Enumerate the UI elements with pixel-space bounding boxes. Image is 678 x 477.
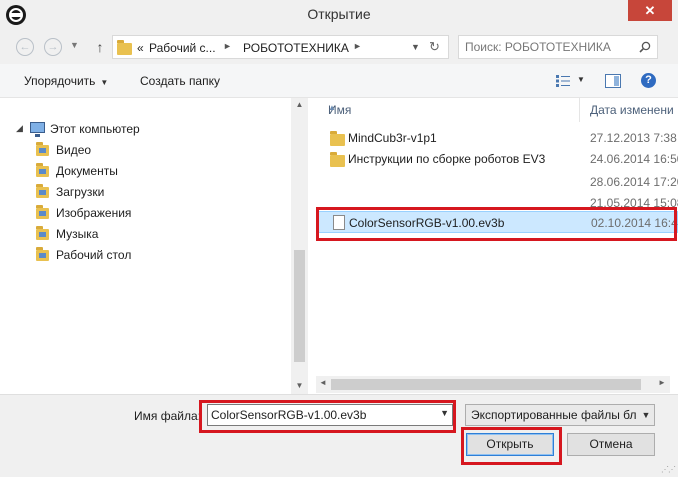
file-name: Инструкции по сборке роботов EV3	[348, 152, 546, 166]
address-dropdown-icon[interactable]: ▼	[411, 42, 420, 52]
file-name: MindCub3r-v1p1	[348, 131, 437, 145]
list-item-folder-mindcub3r[interactable]: MindCub3r-v1p1 27.12.2013 7:38	[318, 127, 678, 149]
folder-icon	[330, 152, 345, 167]
breadcrumb-overflow[interactable]: «	[137, 41, 144, 55]
documents-folder-icon	[36, 163, 49, 177]
view-options-icon[interactable]	[555, 74, 571, 88]
tree-item-label: Этот компьютер	[50, 122, 140, 136]
column-header-name[interactable]: Имя ▲	[318, 98, 580, 122]
folder-icon	[330, 131, 345, 146]
expand-arrow-icon[interactable]: ◢	[16, 123, 23, 134]
scrollbar-thumb[interactable]	[294, 250, 305, 362]
video-folder-icon	[36, 142, 49, 156]
tree-item-label: Видео	[56, 143, 92, 157]
up-button[interactable]: ↑	[93, 38, 107, 56]
filetype-select[interactable]: Экспортированные файлы бл ▼	[465, 404, 655, 426]
tree-item-music[interactable]: Музыка	[36, 225, 236, 243]
file-list[interactable]: Имя ▲ Дата изменени MindCub3r-v1p1 27.12…	[308, 98, 678, 394]
new-folder-button[interactable]: Создать папку	[140, 74, 220, 88]
address-bar[interactable]: « Рабочий с... ► РОБОТОТЕХНИКА ► ▼ ↻	[112, 35, 449, 59]
cancel-button[interactable]: Отмена	[567, 433, 655, 456]
breadcrumb-chevron-icon[interactable]: ►	[223, 41, 232, 51]
music-folder-icon	[36, 226, 49, 240]
chevron-down-icon: ▼	[638, 405, 654, 425]
navigation-pane[interactable]: ◢ Этот компьютер Видео Документы Загрузк…	[0, 98, 308, 394]
command-bar: Упорядочить ▼ Создать папку ▼ ?	[0, 64, 678, 98]
search-icon[interactable]	[639, 41, 651, 53]
pictures-folder-icon	[36, 205, 49, 219]
breadcrumb-desktop[interactable]: Рабочий с...	[149, 41, 216, 55]
preview-pane-icon[interactable]	[605, 74, 621, 88]
chevron-down-icon: ▼	[100, 78, 109, 87]
tree-item-documents[interactable]: Документы	[36, 162, 236, 180]
tree-item-video[interactable]: Видео	[36, 141, 236, 159]
tree-item-label: Рабочий стол	[56, 248, 132, 262]
tree-item-label: Загрузки	[56, 185, 105, 199]
organize-button[interactable]: Упорядочить ▼	[24, 74, 108, 88]
title-bar: Открытие ✕	[0, 0, 678, 30]
view-dropdown-icon[interactable]: ▼	[577, 75, 585, 84]
highlight-filename	[199, 400, 456, 433]
nav-vertical-scrollbar[interactable]: ▲ ▼	[291, 98, 308, 394]
up-arrow-icon: ↑	[96, 39, 104, 55]
file-date: 27.12.2013 7:38	[590, 131, 677, 145]
tree-item-desktop[interactable]: Рабочий стол	[36, 246, 236, 264]
scroll-up-icon[interactable]: ▲	[291, 100, 308, 109]
scroll-down-icon[interactable]: ▼	[291, 381, 308, 390]
sort-ascending-icon: ▲	[328, 103, 336, 112]
file-date: 24.06.2014 16:50	[590, 152, 678, 166]
window-title: Открытие	[307, 6, 371, 22]
breadcrumb-chevron-icon[interactable]: ►	[353, 41, 362, 51]
forward-arrow-icon: →	[47, 41, 59, 53]
file-list-horizontal-scrollbar[interactable]: ◄ ►	[316, 376, 670, 393]
help-icon[interactable]: ?	[641, 73, 656, 88]
resize-grip-icon[interactable]: ⋰⋰	[661, 465, 676, 474]
tree-item-pictures[interactable]: Изображения	[36, 204, 236, 222]
search-input[interactable]	[465, 39, 633, 55]
organize-label: Упорядочить	[24, 74, 96, 88]
scroll-right-icon[interactable]: ►	[658, 378, 666, 387]
column-header-label: Дата изменени	[590, 103, 674, 117]
list-item-hidden-name[interactable]: 28.06.2014 17:20	[318, 171, 678, 193]
column-header-date[interactable]: Дата изменени	[580, 98, 678, 122]
tree-item-this-pc[interactable]: ◢ Этот компьютер	[16, 120, 230, 138]
back-button[interactable]: ←	[16, 38, 34, 56]
breadcrumb-robotics[interactable]: РОБОТОТЕХНИКА	[243, 41, 349, 55]
highlight-open-button	[461, 427, 562, 465]
forward-button[interactable]: →	[44, 38, 62, 56]
refresh-icon[interactable]: ↻	[429, 39, 440, 55]
recent-locations-dropdown[interactable]: ▼	[70, 40, 79, 50]
scroll-left-icon[interactable]: ◄	[319, 378, 327, 387]
tree-item-label: Документы	[56, 164, 118, 178]
tree-item-label: Музыка	[56, 227, 99, 241]
desktop-folder-icon	[36, 247, 49, 261]
close-button[interactable]: ✕	[628, 0, 672, 21]
tree-item-label: Изображения	[56, 206, 132, 220]
scrollbar-thumb[interactable]	[331, 379, 641, 390]
filename-label: Имя файла:	[134, 409, 201, 423]
back-arrow-icon: ←	[19, 41, 31, 53]
file-date: 28.06.2014 17:20	[590, 175, 678, 189]
search-box[interactable]	[458, 35, 658, 59]
highlight-selected-file	[316, 207, 677, 241]
computer-icon	[30, 122, 45, 137]
downloads-folder-icon	[36, 184, 49, 198]
folder-icon	[117, 40, 132, 55]
list-item-folder-instructions[interactable]: Инструкции по сборке роботов EV3 24.06.2…	[318, 148, 678, 170]
tree-item-downloads[interactable]: Загрузки	[36, 183, 236, 201]
address-row: ← → ▼ ↑ « Рабочий с... ► РОБОТОТЕХНИКА ►…	[0, 30, 678, 64]
filetype-value: Экспортированные файлы бл	[471, 408, 637, 422]
